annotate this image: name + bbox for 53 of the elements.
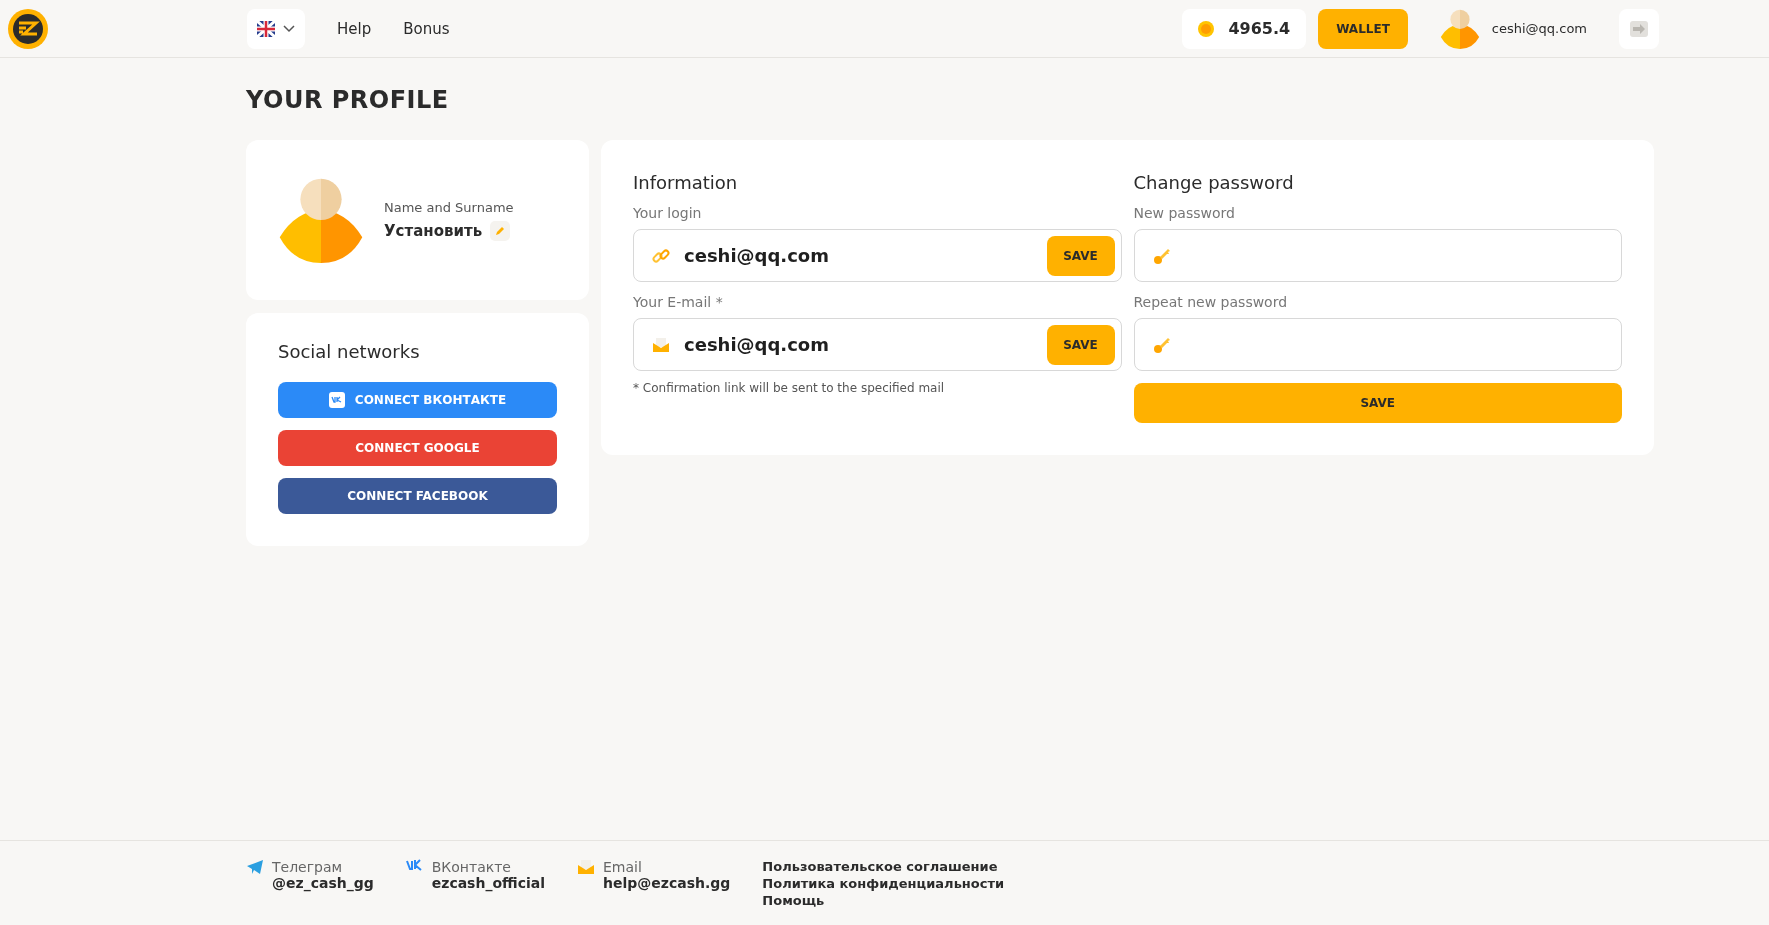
- contact-link[interactable]: ezcash_official: [431, 875, 545, 891]
- save-button[interactable]: SAVE: [1133, 383, 1622, 423]
- avatar-icon: [278, 177, 364, 263]
- confirmation-note: * Confirmation link will be sent to the specified mail: [633, 381, 946, 395]
- balance-amount: 4965.4: [1228, 19, 1291, 38]
- input-field[interactable]: ceshi@qq.com SAVE: [633, 229, 1122, 282]
- vk-logo-icon: [405, 859, 424, 871]
- password-field[interactable]: [1133, 318, 1622, 371]
- logo-icon[interactable]: [7, 7, 49, 50]
- key-icon: [1152, 335, 1171, 354]
- input-field[interactable]: ceshi@qq.com SAVE: [633, 318, 1122, 371]
- contact-label: Email: [603, 859, 643, 875]
- connect-button[interactable]: CONNECT FACEBOOK: [278, 478, 557, 514]
- field-label: Your E-mail *: [633, 294, 724, 310]
- avatar-icon: [1439, 8, 1480, 49]
- envelope-icon: [577, 859, 595, 875]
- section-title: Change password: [1133, 172, 1295, 193]
- paper-plane-icon: [246, 859, 264, 875]
- footer-link[interactable]: Политика конфиденциальности: [762, 876, 1005, 891]
- footer-link[interactable]: Помощь: [762, 893, 1005, 908]
- contact-label: ВКонтакте: [431, 859, 512, 875]
- contact-label: Телеграм: [272, 859, 344, 875]
- name-label: Name and Surname: [384, 199, 514, 215]
- link-icon: [652, 246, 670, 265]
- password-field[interactable]: [1133, 229, 1622, 282]
- flag-icon: [257, 20, 275, 37]
- envelope-icon: [652, 336, 670, 353]
- page-title: YOUR PROFILE: [246, 86, 450, 114]
- edit-button[interactable]: [490, 220, 511, 241]
- coin-icon: [1198, 20, 1215, 37]
- chevron-down-icon: [283, 24, 295, 33]
- save-button[interactable]: SAVE: [1046, 324, 1115, 365]
- field-label: Your login: [633, 205, 703, 221]
- connect-button[interactable]: CONNECT GOOGLE: [278, 430, 557, 466]
- key-icon: [1152, 246, 1171, 265]
- nav-link[interactable]: Bonus: [403, 19, 450, 38]
- nav-link[interactable]: Help: [337, 19, 372, 38]
- field-label: Repeat new password: [1133, 294, 1289, 310]
- arrow-right-icon: [1630, 20, 1648, 37]
- section-title: Social networks: [278, 341, 421, 362]
- language-dropdown[interactable]: [247, 8, 305, 49]
- user-email[interactable]: ceshi@qq.com: [1491, 21, 1587, 36]
- contact-link[interactable]: help@ezcash.gg: [603, 875, 731, 891]
- name-value: Установить: [384, 221, 483, 240]
- vk-logo-icon: [328, 392, 345, 408]
- save-button[interactable]: SAVE: [1046, 235, 1115, 276]
- pencil-icon: [495, 225, 506, 236]
- wallet-button[interactable]: WALLET: [1318, 8, 1408, 49]
- section-title: Information: [633, 172, 739, 193]
- field-label: New password: [1133, 205, 1236, 221]
- footer-link[interactable]: Пользовательское соглашение: [762, 859, 1005, 874]
- contact-link[interactable]: @ez_cash_gg: [272, 875, 374, 891]
- logout-button[interactable]: [1619, 8, 1659, 49]
